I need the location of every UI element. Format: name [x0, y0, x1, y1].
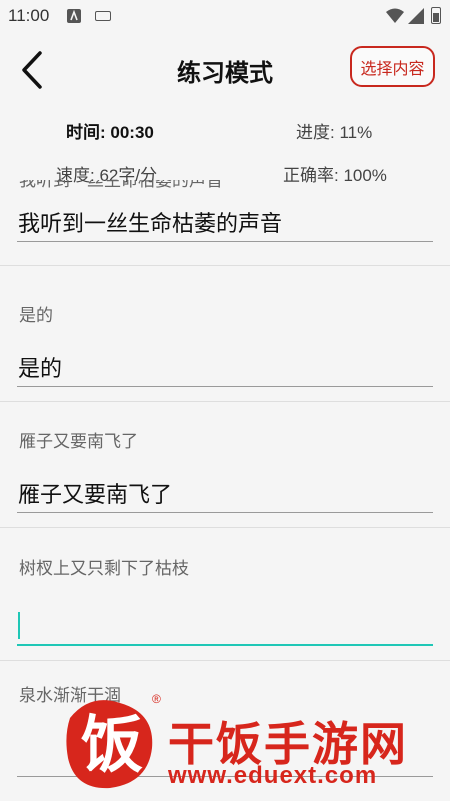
text-caret [18, 612, 20, 639]
keyboard-icon [95, 11, 111, 21]
answer-input[interactable] [17, 473, 433, 513]
list-item: 是的 [0, 301, 450, 427]
back-arrow-icon [22, 51, 42, 89]
status-time: 11:00 [8, 6, 50, 25]
divider [0, 401, 450, 402]
answer-input-active[interactable] [17, 600, 433, 646]
signal-icon [408, 8, 424, 29]
divider [0, 660, 450, 661]
item-prompt: 泉水渐渐干涸 [19, 686, 121, 705]
divider [0, 265, 450, 266]
item-prompt: 我听到一丝生命枯萎的声音 [19, 180, 223, 190]
header: 练习模式 选择内容 [0, 32, 450, 104]
list-item: 我听到一丝生命枯萎的声音 [0, 180, 450, 298]
wifi-icon [386, 8, 404, 29]
answer-input[interactable] [17, 347, 433, 387]
practice-list[interactable]: 我听到一丝生命枯萎的声音 是的 雁子又要南飞了 树杈上又只剩下了枯枝 泉水渐渐干… [0, 180, 450, 801]
list-item: 树杈上又只剩下了枯枝 [0, 554, 450, 680]
item-prompt: 雁子又要南飞了 [19, 432, 138, 451]
stat-time: 时间: 00:30 [66, 123, 154, 142]
stat-progress: 进度: 11% [296, 123, 373, 142]
item-prompt: 是的 [19, 306, 53, 325]
status-bar: 11:00 [0, 0, 450, 32]
answer-input[interactable] [17, 737, 433, 777]
item-prompt: 树杈上又只剩下了枯枝 [19, 559, 189, 578]
back-button[interactable] [14, 50, 50, 90]
list-item: 雁子又要南飞了 [0, 427, 450, 553]
battery-icon [431, 7, 441, 24]
divider [0, 527, 450, 528]
list-item: 泉水渐渐干涸 [0, 681, 450, 801]
app-a-icon [67, 9, 81, 23]
select-content-button[interactable]: 选择内容 [350, 46, 435, 87]
answer-input[interactable] [17, 202, 433, 242]
